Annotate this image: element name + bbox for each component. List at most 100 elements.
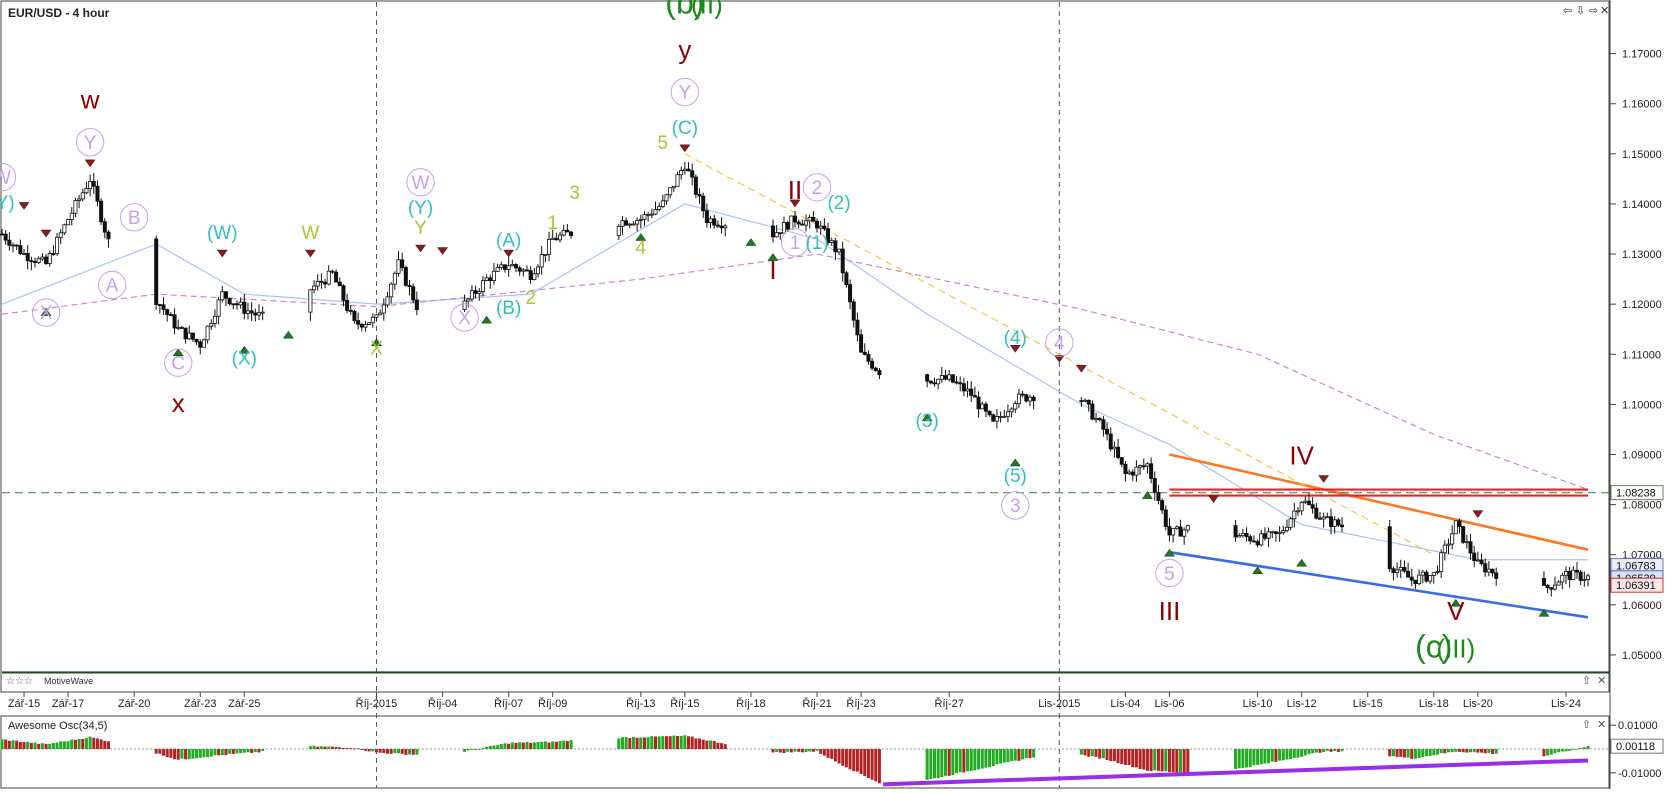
candle-body-41 (194, 338, 199, 343)
candle-body-157 (796, 221, 801, 225)
candle-body-81 (385, 296, 390, 306)
osc-bar-217 (1105, 749, 1109, 761)
candle-body-245 (1251, 540, 1256, 543)
candle-body-216 (1101, 419, 1106, 430)
osc-bar-208 (1028, 749, 1032, 759)
osc-bar-247 (1259, 749, 1263, 765)
price-tick-label-2: 1.15000 (1622, 149, 1662, 161)
scroll-left-icon[interactable]: ⇦ (1563, 5, 1572, 17)
osc-bar-156 (793, 749, 797, 752)
osc-bar-185 (944, 749, 948, 776)
osc-bar-160 (808, 749, 812, 752)
osc-bar-272 (1395, 749, 1399, 757)
osc-bar-286 (1446, 749, 1450, 753)
candle-body-242 (1240, 532, 1245, 537)
osc-bar-55 (246, 749, 250, 753)
candle-body-303 (1552, 584, 1557, 590)
wave-label-27: 3 (569, 183, 580, 204)
osc-bar-158 (800, 749, 804, 753)
candle-body-147 (715, 224, 720, 227)
oscillator-collapse-icon[interactable]: ⇧ (1582, 719, 1591, 731)
osc-bar-57 (253, 749, 257, 753)
osc-bar-311 (1582, 747, 1586, 750)
wave-label-1: (II) (691, 0, 723, 20)
osc-bar-169 (841, 749, 845, 766)
osc-bar-89 (415, 749, 419, 755)
candle-body-201 (1002, 415, 1007, 418)
osc-bar-80 (382, 749, 386, 753)
osc-bar-292 (1469, 749, 1473, 753)
osc-bar-241 (1237, 749, 1241, 769)
osc-bar-14 (51, 742, 55, 750)
candle-body-273 (1398, 567, 1403, 571)
candle-body-311 (1582, 579, 1587, 581)
price-tick-label-5: 1.12000 (1622, 299, 1662, 311)
candle-body-164 (822, 225, 827, 230)
wave-label-22: X (458, 308, 471, 329)
candle-body-111 (539, 254, 544, 268)
oscillator-close-icon[interactable]: ✕ (1597, 719, 1606, 731)
candle-body-28 (102, 221, 107, 233)
candle-body-93 (473, 290, 478, 294)
candle-body-270 (1387, 526, 1392, 570)
osc-bar-294 (1476, 749, 1480, 753)
candle-body-227 (1141, 465, 1146, 468)
wave-label-19: (Y) (408, 198, 433, 219)
plugin-close-icon[interactable]: ✕ (1597, 675, 1606, 687)
wave-label-29: II (788, 175, 802, 205)
osc-bar-250 (1270, 749, 1274, 762)
osc-bar-207 (1024, 749, 1028, 759)
osc-bar-297 (1487, 749, 1491, 753)
osc-bar-64 (323, 746, 327, 750)
candle-body-275 (1406, 570, 1411, 578)
plugin-collapse-icon[interactable]: ⇧ (1582, 675, 1591, 687)
osc-bar-231 (1156, 749, 1160, 771)
candle-body-266 (1329, 516, 1334, 527)
osc-bar-108 (529, 742, 533, 750)
osc-bar-258 (1300, 749, 1304, 757)
candle-body-68 (337, 281, 342, 287)
osc-bar-95 (481, 747, 485, 750)
osc-bar-100 (499, 744, 503, 750)
candle-body-197 (987, 410, 992, 416)
candle-body-186 (947, 374, 952, 380)
candle-body-230 (1152, 478, 1157, 493)
price-tick-label-11: 1.06000 (1622, 600, 1662, 612)
candle-body-226 (1138, 465, 1143, 468)
osc-bar-125 (635, 737, 639, 750)
osc-bar-170 (844, 749, 848, 768)
osc-bar-144 (705, 740, 709, 750)
osc-bar-229 (1149, 749, 1153, 772)
osc-bar-62 (316, 746, 320, 750)
osc-bar-210 (1079, 749, 1083, 755)
osc-bar-159 (804, 749, 808, 753)
osc-bar-232 (1160, 749, 1164, 772)
wave-label-26: 2 (525, 288, 536, 309)
candle-body-191 (965, 388, 970, 392)
scroll-down-icon[interactable]: ⇩ (1576, 5, 1585, 17)
wave-label-37: 4 (1054, 333, 1065, 354)
price-tick-label-6: 1.11000 (1622, 349, 1661, 361)
osc-bar-182 (933, 749, 937, 779)
candle-body-200 (998, 415, 1003, 418)
candle-body-14 (51, 253, 56, 255)
osc-bar-10 (37, 743, 41, 750)
candle-body-137 (679, 170, 684, 176)
candle-body-178 (873, 367, 878, 371)
osc-bar-303 (1553, 749, 1557, 754)
scroll-right-icon[interactable]: ⇨ (1589, 5, 1598, 17)
plugin-icons[interactable]: ☆☆☆ (6, 676, 33, 687)
osc-bar-146 (712, 741, 716, 750)
candle-body-246 (1255, 541, 1260, 546)
osc-bar-106 (521, 742, 525, 750)
osc-bar-142 (698, 738, 702, 750)
osc-bar-118 (565, 741, 569, 750)
candle-body-254 (1284, 526, 1289, 531)
osc-bar-282 (1432, 749, 1436, 756)
time-tick-label-12: Říj-21 (802, 697, 831, 710)
osc-tick-label-1: -0.01000 (1618, 768, 1661, 780)
candle-body-194 (976, 396, 981, 410)
candle-body-179 (877, 370, 882, 376)
candle-body-309 (1574, 569, 1579, 573)
close-icon[interactable]: ✕ (1600, 5, 1609, 17)
